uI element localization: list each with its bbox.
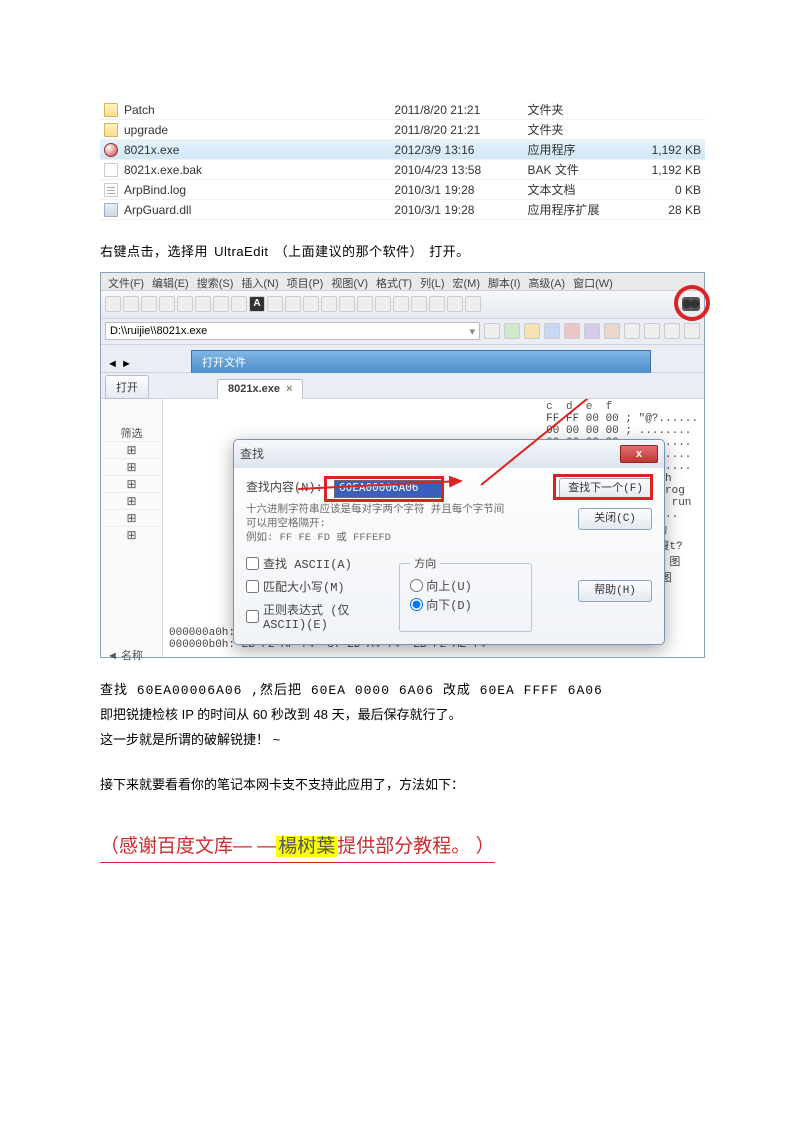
help-button[interactable]: 帮助(H) [578,580,652,602]
file-tab[interactable]: 8021x.exe× [217,379,303,399]
chk-case[interactable]: 匹配大小写(M) [246,578,375,595]
address-bar-row: D:\\ruijie\\8021x.exe▾ [101,319,704,345]
menu-item[interactable]: 窗口(W) [570,275,616,288]
toolbar[interactable]: A [101,291,704,319]
close-icon[interactable]: x [620,445,658,463]
menu-item[interactable]: 插入(N) [238,275,281,288]
menu-item[interactable]: 宏(M) [450,275,484,288]
highlight-box [324,476,444,502]
menu-item[interactable]: 列(L) [417,275,447,288]
menu-item[interactable]: 视图(V) [328,275,371,288]
close-button[interactable]: 关闭(C) [578,508,652,530]
hint-text: 十六进制字符串应该是每对字两个字符 并且每个字节间 可以用空格隔开: 例如: F… [246,503,532,546]
file-row[interactable]: 8021x.exe.bak2010/4/23 13:58BAK 文件1,192 … [100,160,705,180]
folder-icon [104,103,118,117]
exe-icon [104,143,118,157]
dll-icon [104,203,118,217]
tree-sidebar: 筛选 ⊞⊞⊞⊞⊞⊞ ◄ 名称 [101,399,163,657]
instruction-1: 右键点击，选择用 UltraEdit （上面建议的那个软件） 打开。 [100,242,705,262]
ultraedit-window: 文件(F)编辑(E)搜索(S)插入(N)项目(P)视图(V)格式(T)列(L)宏… [100,272,705,658]
menu-item[interactable]: 项目(P) [284,275,327,288]
file-tab-row: 打开 8021x.exe× [101,373,704,399]
file-list: Patch2011/8/20 21:21文件夹upgrade2011/8/20 … [100,100,705,220]
menu-item[interactable]: 搜索(S) [194,275,237,288]
menu-item[interactable]: 高级(A) [525,275,568,288]
open-file-tab[interactable]: 打开文件 [191,350,651,373]
file-icon [104,163,118,177]
radio-up[interactable]: 向上(U) [410,577,472,594]
file-row[interactable]: ArpBind.log2010/3/1 19:28文本文档0 KB [100,180,705,200]
close-icon[interactable]: × [286,383,292,395]
file-row[interactable]: upgrade2011/8/20 21:21文件夹 [100,120,705,140]
chk-ascii[interactable]: 查找 ASCII(A) [246,555,375,572]
font-icon: A [249,296,265,312]
find-dialog: 查找 x 查找内容(N): 60EA00006A06 [233,439,665,646]
dialog-titlebar: 查找 x [234,440,664,468]
next-step-text: 接下来就要看看你的笔记本网卡支不支持此应用了，方法如下： [100,773,705,798]
txt-icon [104,183,118,197]
hex-view[interactable]: c d e f FF FF 00 00 ; "@?......00 00 00 … [163,399,704,657]
tree-tab-row: ◄ ► 打开文件 [101,345,704,373]
binoculars-icon[interactable] [682,297,700,311]
file-row[interactable]: ArpGuard.dll2010/3/1 19:28应用程序扩展28 KB [100,200,705,220]
credit-line: （感谢百度文库— —楊树葉提供部分教程。 ） [100,831,705,863]
find-label: 查找内容(N): [246,478,323,495]
highlight-box [553,474,653,500]
file-row[interactable]: 8021x.exe2012/3/9 13:16应用程序1,192 KB [100,140,705,160]
menu-item[interactable]: 格式(T) [373,275,415,288]
menu-item[interactable]: 编辑(E) [149,275,192,288]
instruction-block: 查找 60EA00006A06 ,然后把 60EA 0000 6A06 改成 6… [100,678,705,753]
file-row[interactable]: Patch2011/8/20 21:21文件夹 [100,100,705,120]
direction-group: 方向 向上(U) 向下(D) [399,555,532,632]
chk-regex[interactable]: 正则表达式 (仅 ASCII)(E) [246,601,375,632]
folder-icon [104,123,118,137]
radio-down[interactable]: 向下(D) [410,596,472,613]
path-input[interactable]: D:\\ruijie\\8021x.exe▾ [105,322,480,340]
menu-item[interactable]: 脚本(I) [485,275,523,288]
side-tab-open[interactable]: 打开 [105,375,149,399]
menubar[interactable]: 文件(F)编辑(E)搜索(S)插入(N)项目(P)视图(V)格式(T)列(L)宏… [101,273,704,291]
menu-item[interactable]: 文件(F) [105,275,147,288]
